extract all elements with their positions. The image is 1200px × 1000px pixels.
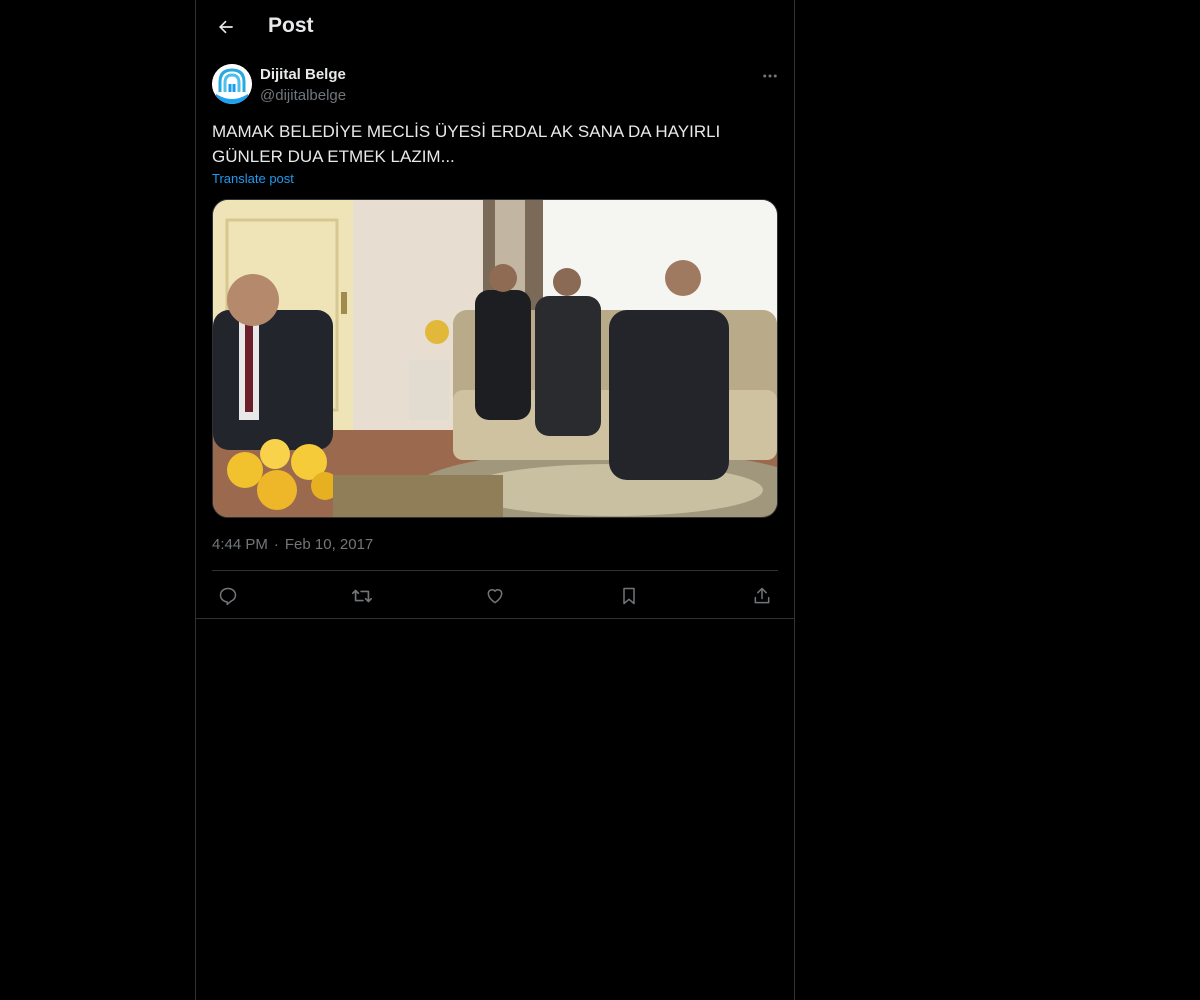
- post-time: 4:44 PM: [212, 536, 268, 553]
- more-dots-icon: [763, 74, 777, 78]
- share-button[interactable]: [746, 580, 778, 612]
- page-title: Post: [268, 14, 314, 37]
- author-name[interactable]: Dijital Belge: [260, 66, 346, 83]
- post-photo[interactable]: [212, 199, 778, 518]
- divider: [212, 570, 778, 571]
- heart-icon: [487, 589, 503, 604]
- reply-button[interactable]: [212, 580, 244, 612]
- share-icon: [754, 587, 770, 604]
- action-bar: [212, 580, 778, 612]
- avatar[interactable]: [212, 64, 252, 104]
- bookmark-icon: [622, 587, 635, 605]
- post-date: Feb 10, 2017: [284, 536, 374, 553]
- repost-button[interactable]: [346, 580, 378, 612]
- more-button[interactable]: [756, 62, 784, 90]
- back-button[interactable]: [208, 9, 244, 45]
- author-handle[interactable]: @dijitalbelge: [260, 87, 346, 104]
- post-column: Post Dijital Belge @dijitalbelge MAMAK B…: [195, 0, 795, 1000]
- photo-icon: [213, 200, 777, 517]
- separator-dot: ·: [273, 536, 279, 553]
- post-bottom-border: [196, 618, 794, 619]
- post-timestamp[interactable]: 4:44 PM · Feb 10, 2017: [212, 536, 373, 553]
- arrow-left-icon: [219, 20, 233, 34]
- like-button[interactable]: [479, 580, 511, 612]
- post-header: Post: [196, 0, 794, 55]
- post-text: MAMAK BELEDİYE MECLİS ÜYESİ ERDAL AK SAN…: [212, 122, 721, 166]
- reply-icon: [219, 587, 237, 606]
- dijital-belge-logo-icon: [212, 64, 252, 104]
- translate-post-link[interactable]: Translate post: [212, 171, 294, 186]
- bookmark-button[interactable]: [613, 580, 645, 612]
- repost-icon: [351, 589, 372, 603]
